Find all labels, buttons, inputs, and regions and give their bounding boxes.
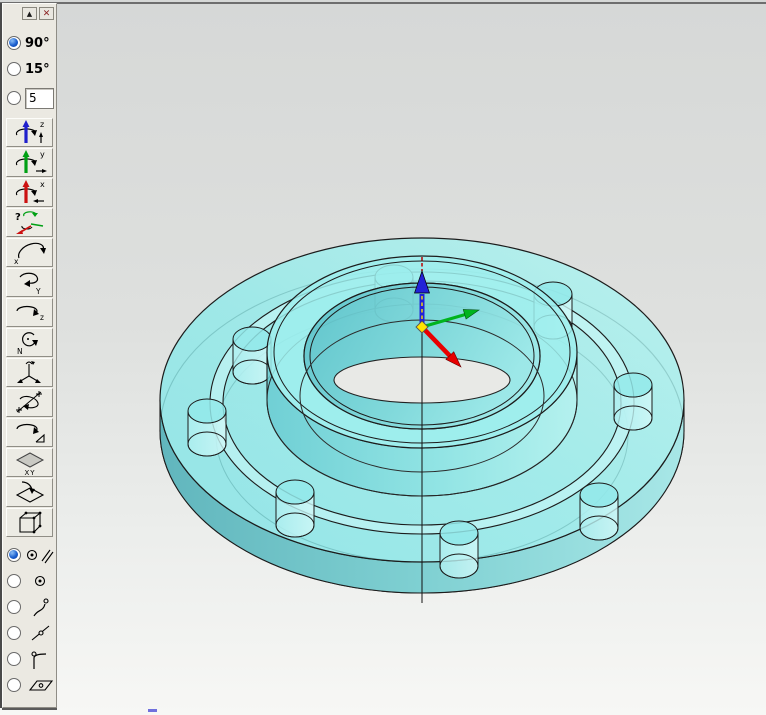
radio-point-on-line[interactable] — [7, 626, 21, 640]
svg-text:XY: XY — [24, 469, 35, 476]
point-on-corner-icon — [24, 648, 56, 670]
radio-point-on-curve[interactable] — [7, 600, 21, 614]
rotate-z-icon: z — [10, 119, 50, 146]
angle-option-90[interactable]: 90° — [7, 35, 56, 51]
rotate-screen-y-button[interactable]: Y — [6, 268, 53, 297]
svg-text:Y: Y — [35, 287, 41, 296]
view-xy-plane-button[interactable]: XY — [6, 448, 53, 477]
rotate-screen-n-icon: N — [10, 329, 50, 356]
view-isometric-cube-button[interactable] — [6, 508, 53, 537]
anchor-point-on-plane[interactable] — [7, 672, 56, 698]
isometric-cube-icon — [10, 509, 50, 536]
anchor-point-on-curve[interactable] — [7, 594, 56, 620]
bolt-hole — [188, 399, 226, 456]
rotate-axis-two-points-button[interactable] — [6, 388, 53, 417]
rotate-screen-x-button[interactable]: x — [6, 238, 53, 267]
angle-15-label: 15° — [25, 62, 50, 77]
free-axes-icon — [10, 359, 50, 386]
bottom-blue-mark — [148, 709, 157, 712]
rotate-normal-icon — [10, 419, 50, 446]
angle-90-label: 90° — [25, 36, 50, 51]
view-to-plane-icon — [10, 479, 50, 506]
xy-plane-icon: XY — [10, 449, 50, 476]
axis-two-points-icon — [10, 389, 50, 416]
rotate-screen-z-icon: z — [10, 299, 50, 326]
custom-angle-input[interactable] — [25, 88, 54, 109]
rotate-x-icon: x — [10, 179, 50, 206]
rotate-screen-n-button[interactable]: N — [6, 328, 53, 357]
point-on-curve-icon — [24, 596, 56, 618]
point-on-plane-icon — [24, 674, 56, 696]
rotate-about-custom-axis-button[interactable]: ? — [6, 208, 53, 237]
collapse-button[interactable]: ▲ — [22, 7, 37, 20]
angle-option-custom[interactable] — [7, 87, 56, 109]
rotate-free-axes-button[interactable] — [6, 358, 53, 387]
svg-text:x: x — [14, 257, 19, 266]
bolt-hole — [233, 327, 271, 384]
anchor-point-on-axis[interactable] — [7, 542, 56, 568]
angle-option-15[interactable]: 15° — [7, 61, 56, 77]
view-to-plane-button[interactable] — [6, 478, 53, 507]
radio-point-on-corner[interactable] — [7, 652, 21, 666]
radio-custom-icon[interactable] — [7, 91, 21, 105]
rotate-about-z-button[interactable]: z — [6, 118, 53, 147]
rotate-screen-x-icon: x — [10, 239, 50, 266]
bolt-hole — [614, 373, 652, 430]
rotate-screen-z-button[interactable]: z — [6, 298, 53, 327]
point-icon — [24, 570, 56, 592]
anchor-options — [3, 542, 56, 698]
bolt-hole — [276, 480, 314, 537]
svg-text:z: z — [40, 313, 44, 322]
rotate-about-y-button[interactable]: y — [6, 148, 53, 177]
svg-text:x: x — [40, 180, 45, 189]
svg-text:y: y — [40, 150, 45, 159]
radio-point-on-plane[interactable] — [7, 678, 21, 692]
rotate-screen-y-icon: Y — [10, 269, 50, 296]
panel-titlebar: ▲ ✕ — [3, 4, 56, 25]
radio-90-icon[interactable] — [7, 36, 21, 50]
close-button[interactable]: ✕ — [39, 7, 54, 20]
radio-point-on-axis[interactable] — [7, 548, 21, 562]
svg-text:N: N — [17, 347, 23, 356]
anchor-point-on-corner[interactable] — [7, 646, 56, 672]
rotate-to-normal-button[interactable] — [6, 418, 53, 447]
anchor-point-on-line[interactable] — [7, 620, 56, 646]
rotate-about-x-button[interactable]: x — [6, 178, 53, 207]
bolt-hole — [440, 521, 478, 578]
viewport-3d[interactable] — [0, 0, 766, 715]
rotate-y-icon: y — [10, 149, 50, 176]
svg-text:z: z — [40, 120, 44, 129]
radio-15-icon[interactable] — [7, 62, 21, 76]
point-on-axis-icon — [24, 544, 56, 566]
rotate-custom-axis-icon: ? — [10, 209, 50, 236]
rotate-toolbar-panel: ▲ ✕ 90° 15° z — [2, 3, 57, 708]
bolt-hole — [580, 483, 618, 540]
rotate-tool-buttons: z y x — [3, 118, 56, 537]
svg-text:?: ? — [15, 212, 21, 223]
radio-point[interactable] — [7, 574, 21, 588]
anchor-point[interactable] — [7, 568, 56, 594]
point-on-line-icon — [24, 622, 56, 644]
